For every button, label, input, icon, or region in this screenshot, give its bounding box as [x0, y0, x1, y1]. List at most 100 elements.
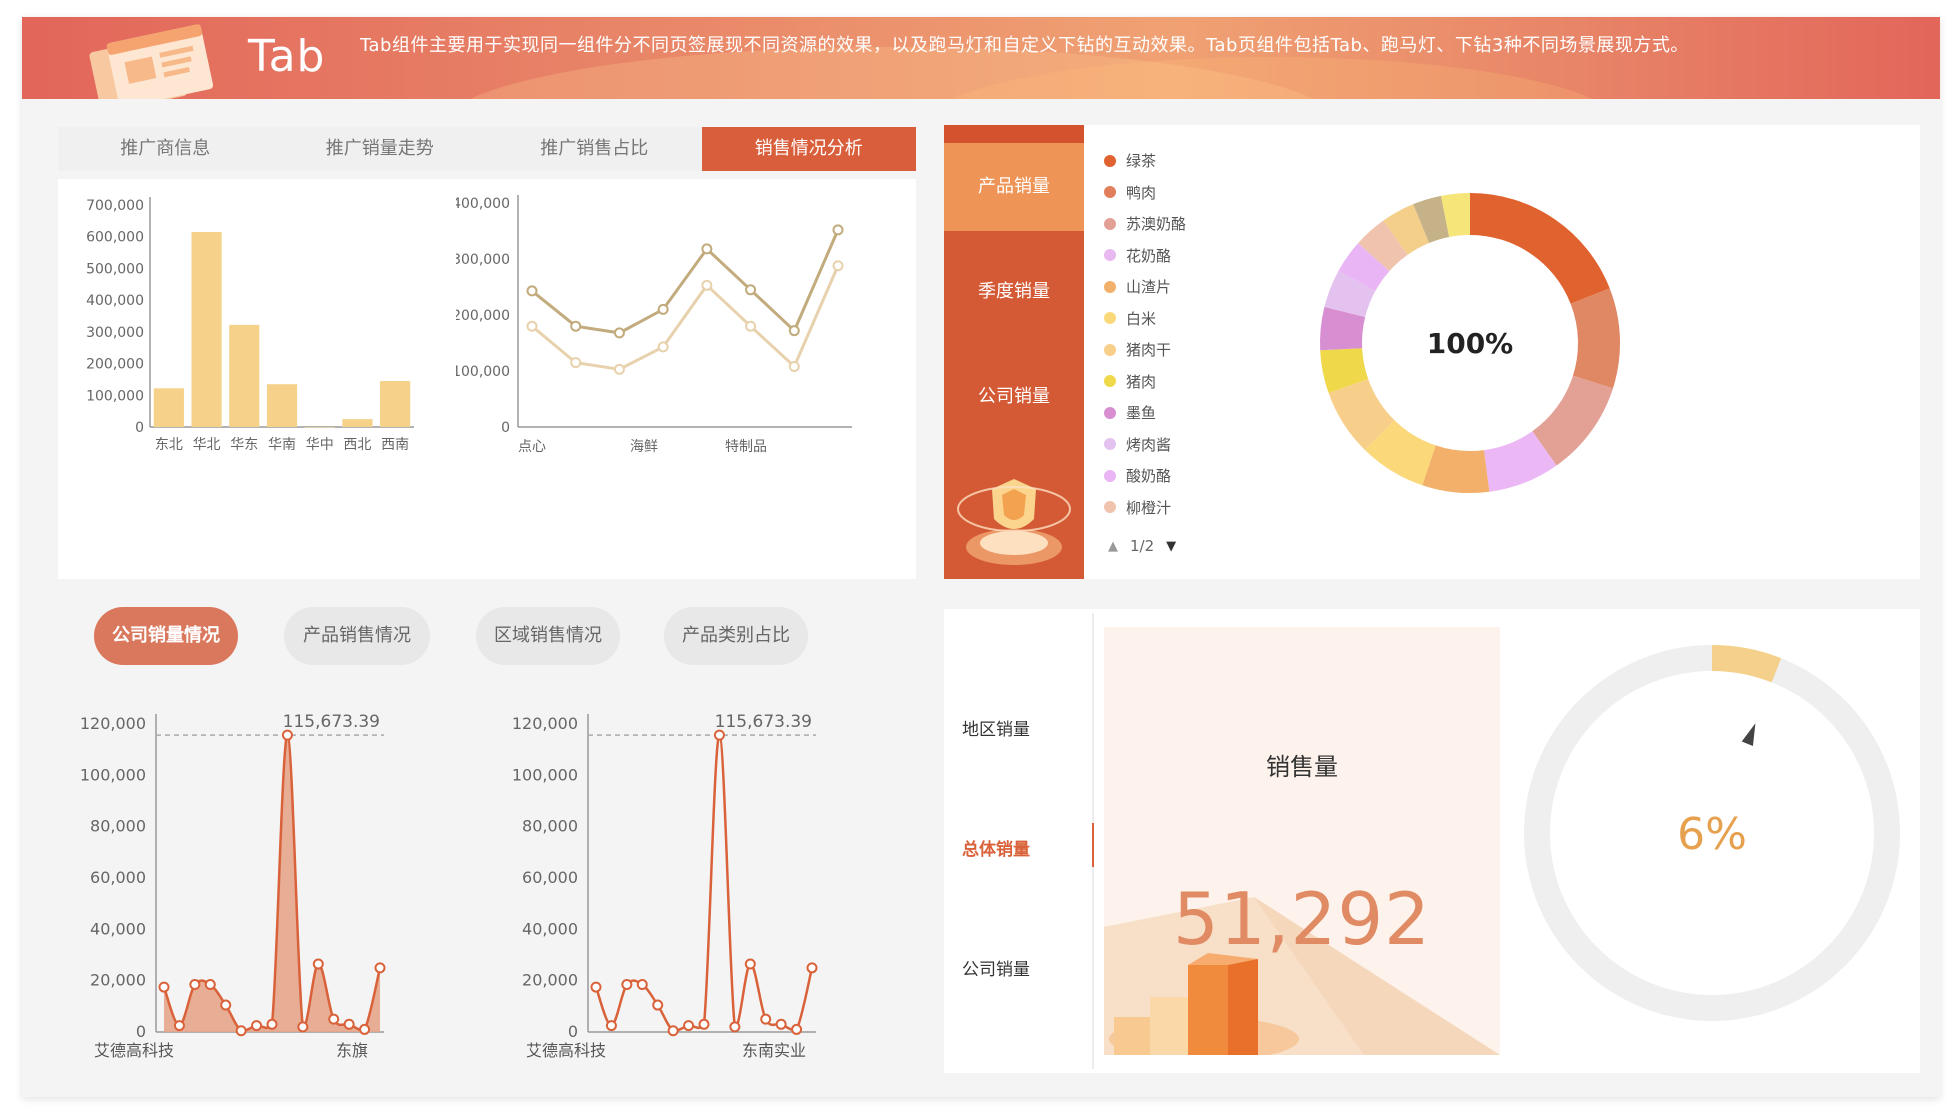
legend-dot-icon: [1104, 186, 1116, 199]
y-tick-label: 40,000: [90, 919, 146, 938]
legend-label: 墨鱼: [1126, 404, 1157, 423]
legend-item[interactable]: 柳橙汁: [1104, 492, 1186, 524]
bar: [153, 388, 184, 427]
kpi-value: 51,292: [1173, 877, 1431, 961]
legend-dot-icon: [1104, 438, 1116, 451]
data-point: [832, 260, 844, 272]
legend-dot-icon: [1104, 249, 1116, 262]
legend-item[interactable]: 花奶酪: [1104, 240, 1186, 272]
side-menu-season-sales[interactable]: 季度销量: [944, 248, 1084, 336]
data-point: [744, 958, 756, 970]
browser-window-icon: [89, 24, 214, 99]
data-point: [729, 1021, 741, 1033]
data-point: [652, 999, 664, 1011]
page-description: Tab组件主要用于实现同一组件分不同页签展现不同资源的效果，以及跑马灯和自定义下…: [360, 35, 1689, 56]
data-point: [281, 729, 293, 741]
donut-legend: 绿茶 鸭肉苏澳奶酪花奶酪山渣片白米猪肉干 猪肉墨鱼烤肉酱酸奶酪 柳橙汁: [1104, 145, 1186, 523]
legend-item[interactable]: 酸奶酪: [1104, 460, 1186, 492]
data-point: [173, 1020, 185, 1032]
bar: [380, 381, 411, 427]
y-tick-label: 0: [136, 1022, 146, 1041]
data-point: [235, 1025, 247, 1037]
legend-dot-icon: [1104, 154, 1116, 167]
y-tick-label: 0: [568, 1022, 578, 1041]
data-point: [328, 1013, 340, 1025]
legend-item[interactable]: 山渣片: [1104, 271, 1186, 303]
tab-promotion-trend[interactable]: 推广销量走势: [273, 127, 488, 171]
bar: [266, 384, 298, 427]
y-tick-label: 300,000: [456, 252, 510, 268]
pill-product-sales[interactable]: 产品销售情况: [284, 607, 430, 665]
donut-center-label: 100%: [1427, 327, 1514, 360]
legend-dot-icon: [1104, 312, 1116, 325]
x-tick-label: 西南: [381, 437, 409, 453]
company-line-chart: 0 20,000 40,000 60,000 80,000 100,000 120,000 1…: [512, 712, 818, 1060]
legend-label: 苏澳奶酪: [1126, 215, 1187, 234]
side-menu-product-sales[interactable]: 产品销量: [944, 143, 1084, 231]
tab-promoter-info[interactable]: 推广商信息: [58, 127, 273, 171]
data-point: [745, 284, 757, 296]
legend-label: 烤肉酱: [1126, 435, 1172, 454]
tab-promotion-share[interactable]: 推广销售占比: [487, 127, 702, 171]
kpi-card: 销售量 51,292: [1104, 627, 1500, 1055]
legend-dot-icon: [1104, 469, 1116, 482]
legend-item[interactable]: 绿茶: [1104, 145, 1186, 177]
data-point: [526, 320, 538, 332]
data-point: [657, 303, 669, 315]
legend-dot-icon: [1104, 343, 1116, 356]
legend-item[interactable]: 猪肉: [1104, 366, 1186, 398]
y-tick-label: 0: [135, 420, 144, 436]
vmenu-total-sales[interactable]: 总体销量: [962, 835, 1082, 860]
shield-icon: [957, 479, 1071, 565]
data-point: [266, 1018, 278, 1030]
triangle-up-icon[interactable]: ▲: [1108, 539, 1118, 554]
x-tick-label: 东南实业: [742, 1041, 806, 1060]
y-tick-label: 400,000: [456, 196, 510, 212]
pill-region-sales[interactable]: 区域销售情况: [476, 607, 620, 665]
legend-item[interactable]: 鸭肉: [1104, 177, 1186, 209]
legend-item[interactable]: 烤肉酱: [1104, 429, 1186, 461]
y-tick-label: 200,000: [86, 357, 144, 373]
data-point: [605, 1020, 617, 1032]
legend-item[interactable]: 墨鱼: [1104, 397, 1186, 429]
x-tick-label: 海鲜: [630, 439, 658, 455]
legend-item[interactable]: 猪肉干: [1104, 334, 1186, 366]
data-point: [832, 224, 844, 236]
y-tick-label: 20,000: [90, 971, 146, 990]
legend-dot-icon: [1104, 280, 1116, 293]
legend-item[interactable]: 苏澳奶酪: [1104, 208, 1186, 240]
y-tick-label: 700,000: [86, 198, 144, 214]
vmenu-region-sales[interactable]: 地区销量: [962, 715, 1082, 740]
data-point: [374, 962, 386, 974]
data-point: [204, 979, 216, 991]
sales-gauge: 6%: [1524, 645, 1900, 1021]
y-tick-label: 0: [501, 420, 510, 436]
y-tick-label: 40,000: [522, 919, 578, 938]
building-illustration-icon: [1104, 897, 1500, 1055]
pill-company-sales[interactable]: 公司销量情况: [94, 607, 238, 665]
data-point: [788, 361, 800, 373]
y-tick-label: 300,000: [86, 325, 144, 341]
drilldown-panel: 销售量 51,292 6%: [944, 609, 1920, 1073]
data-point: [683, 1020, 695, 1032]
legend-label: 白米: [1126, 309, 1157, 328]
x-tick-label: 东北: [155, 437, 183, 453]
data-point: [788, 325, 800, 337]
triangle-down-icon[interactable]: ▼: [1166, 539, 1176, 554]
x-tick-label: 艾德高科技: [526, 1041, 606, 1060]
x-tick-label: 华中: [306, 437, 334, 453]
x-tick-label: 艾德高科技: [94, 1041, 174, 1060]
legend-label: 花奶酪: [1126, 246, 1172, 265]
data-point: [698, 1018, 710, 1030]
pill-category-share[interactable]: 产品类别占比: [664, 607, 808, 665]
pager-text: 1/2: [1130, 537, 1155, 555]
data-point: [621, 979, 633, 991]
bar: [191, 231, 222, 427]
legend-item[interactable]: 白米: [1104, 303, 1186, 335]
vmenu-company-sales[interactable]: 公司销量: [962, 955, 1082, 980]
tab-sales-analysis[interactable]: 销售情况分析: [701, 127, 916, 171]
y-tick-label: 60,000: [90, 868, 146, 887]
side-menu-company-sales[interactable]: 公司销量: [944, 353, 1084, 441]
region-bar-chart: 0 100,000 200,000 300,000 400,000 500,000 600,…: [86, 197, 414, 453]
y-tick-label: 20,000: [522, 971, 578, 990]
